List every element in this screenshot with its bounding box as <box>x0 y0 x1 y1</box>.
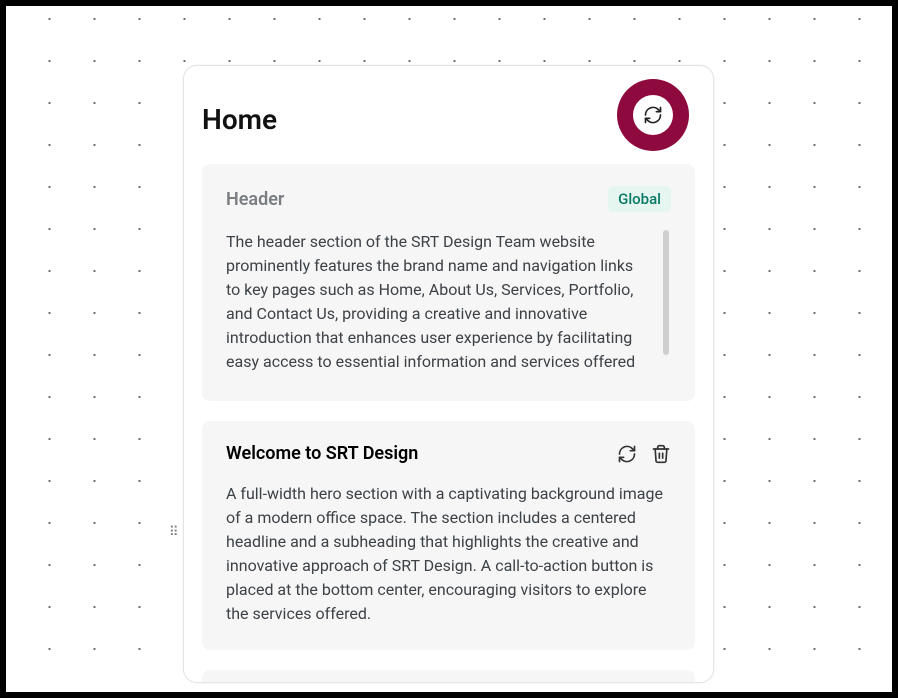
drag-handle-icon[interactable]: ⠿ <box>169 530 178 535</box>
card-header-row: Welcome to SRT Design <box>226 443 671 464</box>
card-description-viewport: The header section of the SRT Design Tea… <box>226 230 671 377</box>
section-card-welcome[interactable]: Welcome to SRT Design <box>202 421 695 650</box>
section-card-next[interactable] <box>202 670 695 683</box>
refresh-button[interactable] <box>633 95 673 135</box>
card-description: A full-width hero section with a captiva… <box>226 482 671 626</box>
refresh-icon <box>617 444 637 464</box>
card-title: Welcome to SRT Design <box>226 443 418 464</box>
scrollbar[interactable] <box>663 230 669 355</box>
window-border: Home Header Global The header sec <box>0 0 898 698</box>
delete-button[interactable] <box>651 444 671 464</box>
global-badge: Global <box>608 186 671 212</box>
card-description: The header section of the SRT Design Tea… <box>226 230 671 377</box>
section-card-header[interactable]: Header Global The header section of the … <box>202 164 695 401</box>
card-header-row: Header Global <box>226 186 671 212</box>
card-actions <box>617 444 671 464</box>
refresh-icon <box>643 105 663 125</box>
page-panel: Home Header Global The header sec <box>183 65 714 683</box>
panel-header: Home <box>202 84 695 154</box>
card-title: Header <box>226 189 284 210</box>
refresh-highlight-ring <box>617 79 689 151</box>
trash-icon <box>651 444 671 464</box>
page-title: Home <box>202 103 277 136</box>
regenerate-button[interactable] <box>617 444 637 464</box>
